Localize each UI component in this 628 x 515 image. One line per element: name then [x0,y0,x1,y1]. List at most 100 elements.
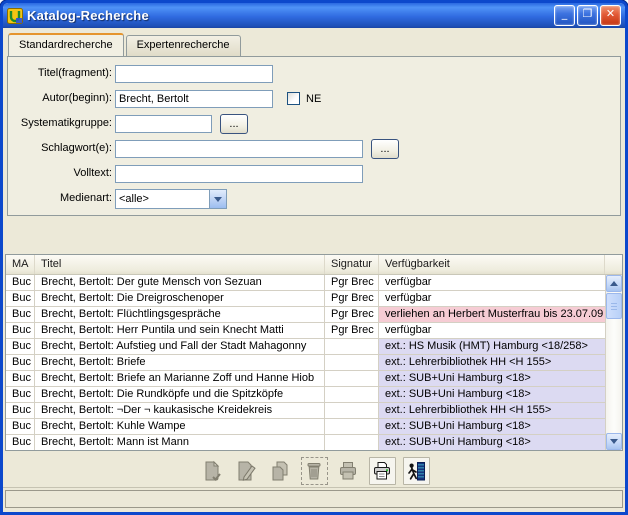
column-header-verfuegbarkeit[interactable]: Verfügbarkeit [379,255,605,274]
autor-label: Autor(beginn): [12,92,112,104]
titlebar[interactable]: Katalog-Recherche _ ❐ ✕ [3,3,625,28]
cell-verfuegbarkeit: verfügbar [379,323,605,339]
column-header-titel[interactable]: Titel [35,255,325,274]
systematikgruppe-input[interactable] [115,115,212,133]
cell-ma: Buc [6,339,35,355]
tabbar: Standardrecherche Expertenrecherche [8,35,243,56]
cell-ma: Buc [6,371,35,387]
maximize-icon: ❐ [578,5,597,23]
cell-titel: Brecht, Bertolt: Die Dreigroschenoper [35,291,325,307]
close-icon: ✕ [601,5,620,23]
schlagworte-input[interactable] [115,140,363,158]
cell-signatur [325,371,379,387]
print-record-button[interactable] [335,457,362,485]
record-toolbar [3,455,625,487]
edit-record-button[interactable] [233,457,260,485]
cell-ma: Buc [6,419,35,435]
titel-input[interactable] [115,65,273,83]
table-row[interactable]: BucBrecht, Bertolt: Aufstieg und Fall de… [6,339,605,355]
vertical-scrollbar[interactable] [605,275,622,450]
cell-titel: Brecht, Bertolt: Aufstieg und Fall der S… [35,339,325,355]
table-row[interactable]: BucBrecht, Bertolt: Mann ist Mannext.: S… [6,435,605,450]
scroll-up-button[interactable] [606,275,622,292]
scrollbar-thumb[interactable] [606,293,622,319]
cell-signatur: Pgr Brec [325,275,379,291]
systematikgruppe-label: Systematikgruppe: [12,117,112,129]
results-table: MA Titel Signatur Verfügbarkeit BucBrech… [5,254,623,451]
cell-signatur [325,339,379,355]
scrollbar-track[interactable] [606,319,622,433]
cell-ma: Buc [6,307,35,323]
exit-button[interactable] [403,457,430,485]
medienart-select[interactable]: <alle> [115,189,227,209]
katalog-recherche-window: Katalog-Recherche _ ❐ ✕ Standardrecherch… [0,0,628,515]
schlagworte-browse-button[interactable]: ... [371,139,399,159]
table-row[interactable]: BucBrecht, Bertolt: Die Rundköpfe und di… [6,387,605,403]
table-row[interactable]: BucBrecht, Bertolt: Die Dreigroschenoper… [6,291,605,307]
actionbar: einschl. Öffentl. Bibliothek Recherche s… [3,220,625,252]
table-row[interactable]: BucBrecht, Bertolt: Der gute Mensch von … [6,275,605,291]
cell-signatur: Pgr Brec [325,291,379,307]
cell-ma: Buc [6,387,35,403]
cell-verfuegbarkeit: ext.: SUB+Uni Hamburg <18> [379,387,605,403]
table-row[interactable]: BucBrecht, Bertolt: Kuhle Wampe ext.: SUB… [6,419,605,435]
maximize-button[interactable]: ❐ [577,5,598,26]
cell-signatur [325,435,379,450]
ne-checkbox[interactable] [287,92,300,105]
medienart-label: Medienart: [12,192,112,204]
window-title: Katalog-Recherche [27,8,554,23]
volltext-input[interactable] [115,165,363,183]
volltext-label: Volltext: [12,167,112,179]
results-rows: BucBrecht, Bertolt: Der gute Mensch von … [6,275,605,450]
print-record-icon [336,459,360,483]
systematikgruppe-browse-button[interactable]: ... [220,114,248,134]
cell-verfuegbarkeit: ext.: SUB+Uni Hamburg <18> [379,419,605,435]
cell-titel: Brecht, Bertolt: Kuhle Wampe [35,419,325,435]
new-record-button[interactable] [199,457,226,485]
delete-record-icon [302,459,326,483]
copy-record-button[interactable] [267,457,294,485]
window-body: Standardrecherche Expertenrecherche Tite… [3,28,625,512]
cell-signatur [325,387,379,403]
cell-verfuegbarkeit: ext.: SUB+Uni Hamburg <18> [379,371,605,387]
medienart-selected-value: <alle> [116,193,209,205]
tab-standardrecherche[interactable]: Standardrecherche [8,33,124,56]
cell-signatur [325,419,379,435]
column-header-ma[interactable]: MA [6,255,35,274]
tab-expertenrecherche[interactable]: Expertenrecherche [126,35,241,56]
autor-input[interactable] [115,90,273,108]
column-header-signatur[interactable]: Signatur [325,255,379,274]
cell-verfuegbarkeit: verliehen an Herbert Musterfrau bis 23.0… [379,307,605,323]
cell-verfuegbarkeit: ext.: HS Musik (HMT) Hamburg <18/258> [379,339,605,355]
arrow-up-icon [610,281,618,286]
cell-signatur [325,403,379,419]
table-row[interactable]: BucBrecht, Bertolt: Herr Puntila und sei… [6,323,605,339]
cell-ma: Buc [6,275,35,291]
cell-titel: Brecht, Bertolt: Der gute Mensch von Sez… [35,275,325,291]
cell-verfuegbarkeit: verfügbar [379,291,605,307]
titel-label: Titel(fragment): [12,67,112,79]
delete-record-button[interactable] [301,457,328,485]
table-row[interactable]: BucBrecht, Bertolt: ¬Der ¬ kaukasische K… [6,403,605,419]
cell-verfuegbarkeit: ext.: Lehrerbibliothek HH <H 155> [379,355,605,371]
minimize-icon: _ [555,5,574,23]
column-header-spacer [605,255,622,274]
print-list-button[interactable] [369,457,396,485]
cell-ma: Buc [6,403,35,419]
medienart-dropdown-button[interactable] [209,190,226,208]
cell-titel: Brecht, Bertolt: Briefe an Marianne Zoff… [35,371,325,387]
table-row[interactable]: BucBrecht, Bertolt: Flüchtlingsgespräche… [6,307,605,323]
scroll-down-button[interactable] [606,433,622,450]
table-row[interactable]: BucBrecht, Bertolt: Briefeext.: Lehrerbi… [6,355,605,371]
cell-verfuegbarkeit: verfügbar [379,275,605,291]
cell-titel: Brecht, Bertolt: ¬Der ¬ kaukasische Krei… [35,403,325,419]
cell-titel: Brecht, Bertolt: Flüchtlingsgespräche [35,307,325,323]
cell-verfuegbarkeit: ext.: SUB+Uni Hamburg <18> [379,435,605,450]
arrow-down-icon [610,439,618,444]
cell-signatur: Pgr Brec [325,307,379,323]
minimize-button[interactable]: _ [554,5,575,26]
cell-signatur [325,355,379,371]
statusbar [5,490,623,508]
close-button[interactable]: ✕ [600,5,621,26]
table-row[interactable]: BucBrecht, Bertolt: Briefe an Marianne Z… [6,371,605,387]
